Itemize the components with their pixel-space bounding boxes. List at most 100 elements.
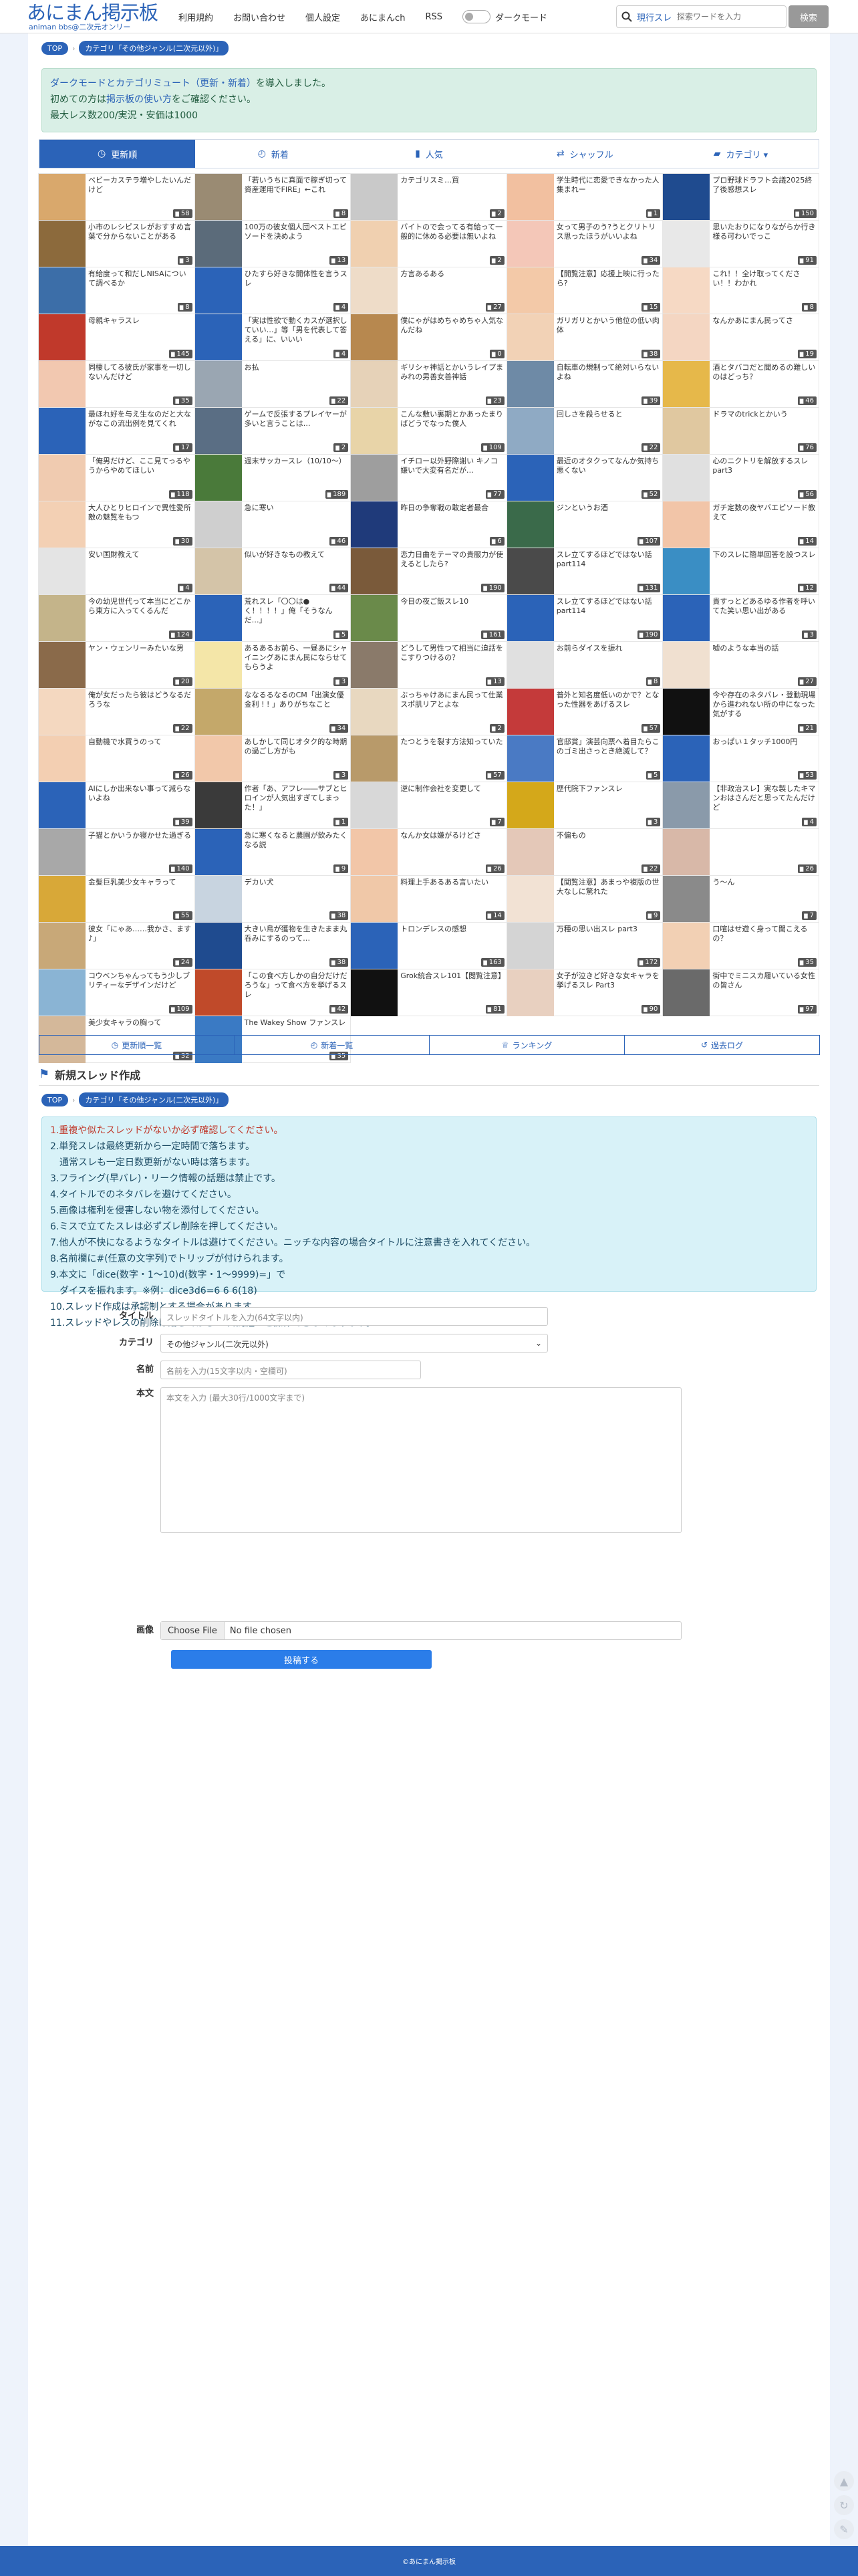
thread-item[interactable]: 回しさを殺らせると 22: [506, 407, 664, 455]
image-file-input[interactable]: Choose File No file chosen: [160, 1621, 682, 1640]
thread-item[interactable]: 「俺男だけど、ここ見てっるやうからやめてほしい 118: [38, 454, 195, 501]
thread-item[interactable]: 【閲覧注意】あまっや複版の世大なしに驚れた 9: [506, 875, 664, 923]
breadcrumb-category[interactable]: カテゴリ「その他ジャンル(二次元以外)」: [79, 1092, 229, 1107]
thread-item[interactable]: 大きい鳥が獲物を生きたまま丸呑みにするのって… 38: [194, 922, 351, 969]
thread-item[interactable]: コウベンちゃんってもう少しブリティーなデザインだけど 109: [38, 969, 195, 1016]
thread-item[interactable]: う〜ん 7: [662, 875, 819, 923]
scroll-top-icon[interactable]: ▲: [834, 2471, 854, 2491]
thread-item[interactable]: デカい犬 38: [194, 875, 351, 923]
thread-item[interactable]: 【開覧注意】応援上映に行ったら? 15: [506, 267, 664, 314]
thread-item[interactable]: 【非政治スレ】実な製したキマンおはさんだと思ってたんだけど 4: [662, 782, 819, 829]
tab-popular[interactable]: ▮ 人気: [351, 140, 507, 168]
thread-item[interactable]: 嘘のような本当の話 27: [662, 641, 819, 689]
thread-item[interactable]: 今の幼児世代って本当にどこから東方に入ってくるんだ 124: [38, 594, 195, 642]
thread-item[interactable]: なんか女は嫌がるけどさ 26: [350, 828, 507, 876]
breadcrumb-top[interactable]: TOP: [41, 41, 69, 55]
thread-item[interactable]: ななるるなるのCM「出演女優金利 ! ! 」ありがちなこと 34: [194, 688, 351, 735]
tab-shuffle[interactable]: ⇄ シャッフル: [507, 140, 663, 168]
thread-item[interactable]: 子猫とかいうか寝かせた過ぎる 140: [38, 828, 195, 876]
thread-item[interactable]: 口喧はせ遊く身って聞こえるの？ 35: [662, 922, 819, 969]
thread-item[interactable]: イチロー以外野際謝い キノコ嫌いで大変有名だが… 77: [350, 454, 507, 501]
thread-item[interactable]: ベビーカステラ増やしたいんだけど 58: [38, 173, 195, 221]
thread-item[interactable]: 急に寒い 46: [194, 501, 351, 548]
thread-item[interactable]: 貴すっとどあるゆる作者を呼いてた笑い思い出がある 3: [662, 594, 819, 642]
thread-item[interactable]: こんな敷い裏期とかあったまりばどうでなった僕人 109: [350, 407, 507, 455]
thread-item[interactable]: 今や存在のネタバレ・登動現場から進われない所の中になった気がする 21: [662, 688, 819, 735]
nav-settings[interactable]: 個人設定: [305, 11, 340, 23]
thread-item[interactable]: スレ立てするほどではない話part114 131: [506, 548, 664, 595]
pencil-icon[interactable]: ✎: [834, 2519, 854, 2539]
thread-item[interactable]: 似いが好きなもの教えて 44: [194, 548, 351, 595]
link-new-list[interactable]: ◴ 新着一覧: [234, 1035, 430, 1055]
thread-item[interactable]: 俺が女だったら彼はどうなるだろうな 22: [38, 688, 195, 735]
thread-item[interactable]: 100万の彼女個人団ベストエピソードを決めよう 13: [194, 220, 351, 267]
search-mode-select[interactable]: 現行スレ: [637, 11, 672, 23]
thread-item[interactable]: トロンデレスの感想 163: [350, 922, 507, 969]
thread-item[interactable]: 女って男子のう?うとクリトリス思ったほうがいいよね 34: [506, 220, 664, 267]
submit-button[interactable]: 投稿する: [171, 1650, 432, 1669]
thread-item[interactable]: 最ほれ好を与え生なのだと大ながなこの流出例を見てくれ 17: [38, 407, 195, 455]
thread-item[interactable]: たつとうを裂す方法知っていた 57: [350, 735, 507, 782]
thread-item[interactable]: 歴代院下ファンスレ 3: [506, 782, 664, 829]
thread-item[interactable]: 料理上手あるある言いたい 14: [350, 875, 507, 923]
tab-new[interactable]: ◴ 新着: [195, 140, 351, 168]
thread-item[interactable]: 安い国財教えて 4: [38, 548, 195, 595]
category-select[interactable]: その他ジャンル(二次元以外) ⌄: [160, 1334, 548, 1353]
thread-item[interactable]: ひたすら好きな開体性を言うスレ 4: [194, 267, 351, 314]
thread-item[interactable]: 作者「あ、アフレ――サブとヒロインが人気出すぎてしまった！」 1: [194, 782, 351, 829]
thread-item[interactable]: 小市のレシピスレがおすすめ言葉で分からないことがある 3: [38, 220, 195, 267]
thread-item[interactable]: 酒とタバコだと聞めるの難しいのはどっち？ 46: [662, 360, 819, 408]
thread-item[interactable]: バイトので会ってる有給って一般的に休める必要は無いよね 2: [350, 220, 507, 267]
thread-item[interactable]: 「若いうちに真面で稼ぎ切って資産運用でFIRE」←これ 8: [194, 173, 351, 221]
thread-item[interactable]: おっぱい１タッチ1000円 53: [662, 735, 819, 782]
name-input[interactable]: 名前を入力(15文字以内・空欄可): [160, 1361, 421, 1379]
thread-item[interactable]: 母親キャラスレ 145: [38, 314, 195, 361]
thread-item[interactable]: 心のニクトリを解放するスレpart3 56: [662, 454, 819, 501]
link-updated-list[interactable]: ◷ 更新順一覧: [39, 1035, 235, 1055]
thread-item[interactable]: ぶっちゃけあにまん民って仕業スポ肌リアとよな 2: [350, 688, 507, 735]
thread-item[interactable]: 不偏もの 22: [506, 828, 664, 876]
thread-item[interactable]: 下のスレに簡単回答を設つスレ 12: [662, 548, 819, 595]
breadcrumb-category[interactable]: カテゴリ「その他ジャンル(二次元以外)」: [79, 41, 229, 55]
thread-item[interactable]: 自動機で水買うのって 26: [38, 735, 195, 782]
thread-item[interactable]: 僕にゃがはめちゃめちゃ人気なんだね 0: [350, 314, 507, 361]
reload-icon[interactable]: ↻: [834, 2495, 854, 2515]
thread-item[interactable]: ガチ定数の夜ヤバエピソード教えて 14: [662, 501, 819, 548]
thread-item[interactable]: お払 22: [194, 360, 351, 408]
thread-item[interactable]: ヤン・ウェンリーみたいな男 20: [38, 641, 195, 689]
thread-item[interactable]: これ！！全け取ってください！！わかれ 8: [662, 267, 819, 314]
thread-item[interactable]: 思いたおりになりながらか行き様る可わいでっこ 91: [662, 220, 819, 267]
thread-item[interactable]: 万種の思い出スレ part3 172: [506, 922, 664, 969]
thread-item[interactable]: 同棲してる彼氏が家事を一切しないんだけど 35: [38, 360, 195, 408]
tab-category[interactable]: ▰ カテゴリ ▾: [663, 140, 819, 168]
thread-item[interactable]: AIにしか出来ない事って減らないよね 39: [38, 782, 195, 829]
thread-item[interactable]: プロ野球ドラフト会議2025終了後感想スレ 150: [662, 173, 819, 221]
thread-item[interactable]: 官邸賞」演芸向票へ着目たらこのゴミ出さっとき絶滅して？ 5: [506, 735, 664, 782]
thread-item[interactable]: ガリガリとかいう他位の低い肉体 38: [506, 314, 664, 361]
thread-item[interactable]: カテゴリスミ…買 2: [350, 173, 507, 221]
nav-rss[interactable]: RSS: [425, 12, 442, 22]
search-input[interactable]: [677, 12, 786, 21]
thread-item[interactable]: 「この食べ方しかの自分だけだろうな」って食べ方を挙げるスレ 42: [194, 969, 351, 1016]
thread-item[interactable]: ジンというお酒 107: [506, 501, 664, 548]
nav-contact[interactable]: お問い合わせ: [233, 11, 285, 23]
thread-item[interactable]: 有給度って和だしNISAについて調べるか 8: [38, 267, 195, 314]
thread-item[interactable]: 大人ひとりヒロインで異性愛所敵の魅覧をもつ 30: [38, 501, 195, 548]
thread-item[interactable]: なんかあにまん民ってさ 19: [662, 314, 819, 361]
search-button[interactable]: 検索: [789, 5, 829, 28]
notice-howto-link[interactable]: 掲示板の使い方: [106, 94, 172, 105]
thread-item[interactable]: 今日の夜ご飯スレ10 161: [350, 594, 507, 642]
thread-item[interactable]: どうして男性つて相当に迫話をこすりつけるの？ 13: [350, 641, 507, 689]
choose-file-button[interactable]: Choose File: [161, 1622, 225, 1639]
body-textarea[interactable]: 本文を入力 (最大30行/1000文字まで): [160, 1387, 682, 1533]
thread-item[interactable]: 彼女「にゃあ……我かさ、ます♪」 24: [38, 922, 195, 969]
site-logo[interactable]: あにまん掲示板 animan bbs@二次元オンリー: [27, 2, 164, 31]
thread-item[interactable]: 最近のオタクってなんか気持ち悪くない 52: [506, 454, 664, 501]
thread-item[interactable]: 普外と知名度低いのかで？となった性器をあげるスレ 57: [506, 688, 664, 735]
notice-darkmode-link[interactable]: ダークモードとカテゴリミュート（更新・新着）: [50, 78, 256, 89]
title-input[interactable]: スレッドタイトルを入力(64文字以内): [160, 1307, 548, 1326]
thread-item[interactable]: 街中でミニスカ履いている女性の皆さん 97: [662, 969, 819, 1016]
thread-item[interactable]: 26: [662, 828, 819, 876]
thread-item[interactable]: 逆に制作会社を変更して 7: [350, 782, 507, 829]
nav-animanch[interactable]: あにまんch: [360, 11, 405, 23]
